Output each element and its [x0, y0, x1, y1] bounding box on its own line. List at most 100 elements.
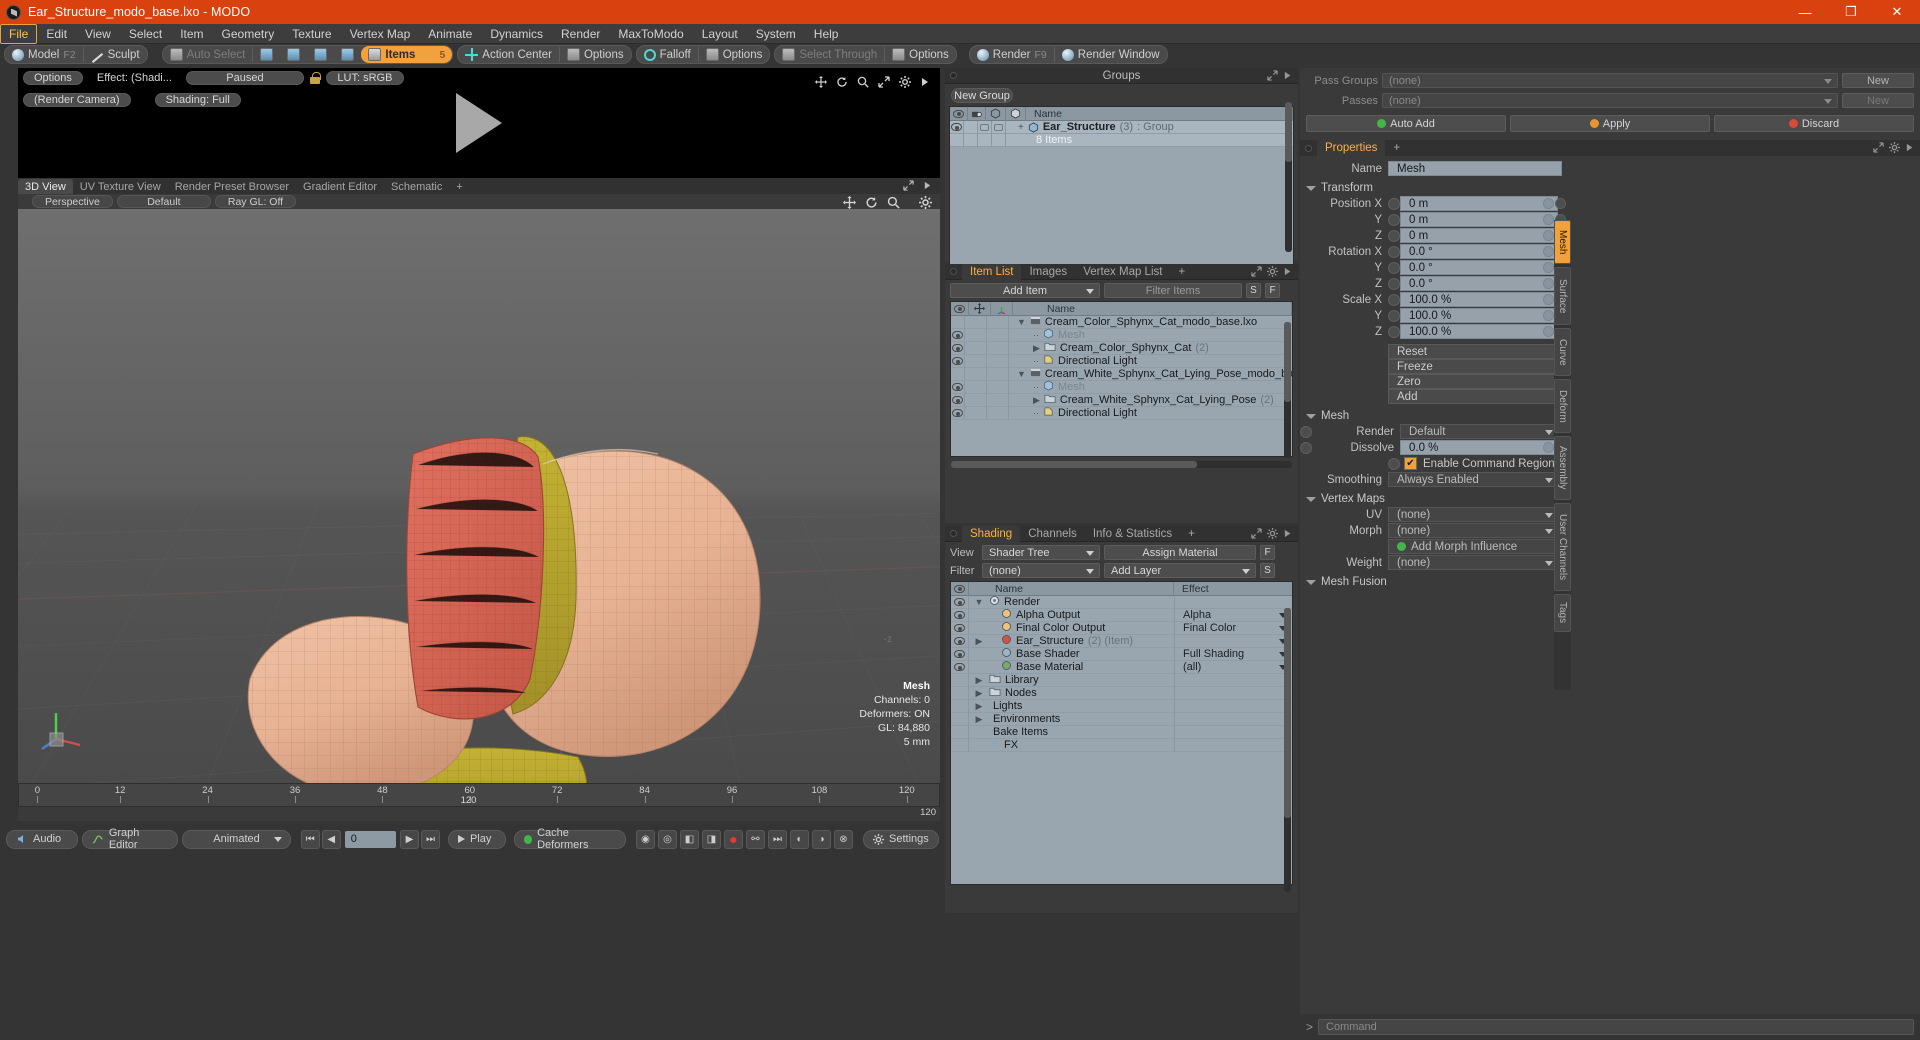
row-axis-cell[interactable] [987, 341, 1009, 355]
transform-field-input[interactable]: 100.0 % [1400, 292, 1566, 307]
ear-structure-model[interactable] [18, 209, 940, 789]
row-name-cell[interactable]: Lights [989, 700, 1174, 712]
col-shade-header[interactable] [986, 106, 1006, 121]
find-button[interactable]: F [1265, 283, 1280, 298]
row-visibility-cell[interactable] [951, 634, 969, 648]
render-window-button[interactable]: Render Window [1055, 46, 1167, 63]
render-camera-button[interactable]: (Render Camera) [23, 93, 131, 107]
row-name-cell[interactable]: Environments [989, 713, 1174, 725]
zoom-icon[interactable] [887, 196, 900, 209]
transform-field-input[interactable]: 0.0 ° [1400, 276, 1566, 291]
viewport-shading-button[interactable]: Default [116, 195, 211, 208]
tab-3d-view[interactable]: 3D View [18, 179, 73, 194]
menu-maxtomodo[interactable]: MaxToModo [609, 24, 692, 44]
row-name-cell[interactable]: ·· Directional Light [1009, 406, 1137, 420]
add-layer-dropdown[interactable]: Add Layer [1104, 563, 1256, 578]
items-select-button[interactable]: Items 5 [361, 46, 453, 63]
row-effect-cell[interactable] [1174, 725, 1292, 739]
transform-field-knob[interactable] [1388, 213, 1400, 226]
slider-knob-icon[interactable] [1543, 246, 1554, 257]
shader-tree-vscroll[interactable] [1284, 608, 1291, 892]
row-effect-cell[interactable]: Full Shading [1174, 647, 1292, 661]
maximize-panel-icon[interactable] [1267, 70, 1278, 81]
row-expand-cell[interactable]: ▼ [969, 597, 989, 607]
name-input[interactable]: Mesh [1388, 161, 1562, 176]
morph-dropdown[interactable]: (none) [1388, 523, 1558, 538]
rotate-icon[interactable] [865, 196, 878, 209]
slider-knob-icon[interactable] [1543, 198, 1554, 209]
freeze-menu-item[interactable]: Freeze [1388, 359, 1558, 374]
row-visibility-cell[interactable] [951, 660, 969, 674]
row-expand-cell[interactable]: ▶ [969, 701, 989, 712]
shading-find-button[interactable]: F [1260, 545, 1275, 560]
minimize-button[interactable]: — [1782, 0, 1828, 24]
render-shading-button[interactable]: Shading: Full [154, 93, 241, 107]
tab-channels[interactable]: Channels [1020, 526, 1085, 542]
sort-button[interactable]: S [1246, 283, 1261, 298]
fit-icon[interactable] [878, 76, 890, 88]
row-lock-cell[interactable] [992, 120, 1006, 134]
row-visibility-cell[interactable] [951, 354, 965, 368]
collapse-icon[interactable]: ▼ [1017, 369, 1026, 379]
render-paused-button[interactable]: Paused [185, 71, 304, 85]
side-tab-assembly[interactable]: Assembly [1554, 436, 1571, 500]
side-tab-curve[interactable]: Curve [1554, 328, 1571, 376]
viewport-3d-canvas[interactable]: Mesh Channels: 0 Deformers: ON GL: 84,88… [18, 209, 940, 789]
row-expand-cell[interactable]: ▶ [969, 636, 989, 647]
menu-item[interactable]: Item [171, 24, 212, 44]
extra-knob-icon[interactable] [1555, 198, 1566, 209]
row-visibility-cell[interactable] [951, 393, 965, 407]
transform-field-input[interactable]: 0 m [1400, 212, 1566, 227]
render-button[interactable]: Render F9 [970, 46, 1054, 63]
menu-select[interactable]: Select [120, 24, 171, 44]
pass-groups-field[interactable]: (none) [1382, 73, 1838, 88]
row-axis-cell[interactable] [987, 316, 1009, 329]
add-item-button[interactable]: Add Item [950, 283, 1100, 298]
slider-knob-icon[interactable] [1543, 294, 1554, 305]
row-name-cell[interactable]: ▶ Cream_Color_Sphynx_Cat (2) [1009, 341, 1209, 355]
row-visibility-cell[interactable] [951, 712, 969, 726]
side-tab-surface[interactable]: Surface [1554, 267, 1571, 325]
row-name-cell[interactable]: Alpha Output [989, 608, 1174, 622]
tab-schematic[interactable]: Schematic [384, 179, 449, 194]
timeline-ruler[interactable]: 0 12 24 36 48 60 72 84 96 108 120 120 [18, 783, 940, 807]
transform-field-knob[interactable] [1388, 293, 1400, 306]
transform-field-knob[interactable] [1388, 261, 1400, 274]
collapse-icon[interactable]: ▼ [1017, 317, 1026, 327]
row-visibility-cell[interactable] [951, 699, 969, 713]
row-move-cell[interactable] [965, 354, 987, 368]
row-visibility-cell[interactable] [951, 647, 969, 661]
row-name-cell[interactable]: + Ear_Structure (3) : Group [1006, 121, 1174, 133]
filter-items-input[interactable]: Filter Items [1104, 283, 1242, 298]
maximize-panel-icon[interactable] [1251, 266, 1262, 277]
row-render-cell[interactable] [964, 120, 978, 134]
menu-system[interactable]: System [747, 24, 805, 44]
menu-help[interactable]: Help [805, 24, 848, 44]
settings-button[interactable]: Settings [863, 829, 939, 849]
render-dropdown[interactable]: Default [1400, 424, 1558, 439]
table-row[interactable]: ·· Directional Light [951, 406, 1292, 420]
mesh-section-header[interactable]: Mesh [1300, 409, 1568, 423]
slider-knob-icon[interactable] [1543, 442, 1554, 453]
discard-button[interactable]: Discard [1714, 115, 1914, 132]
transform-field-input[interactable]: 0 m [1400, 196, 1566, 211]
row-move-cell[interactable] [965, 393, 987, 407]
transform-field-knob[interactable] [1388, 325, 1400, 338]
col-lock-header[interactable] [969, 301, 991, 316]
row-visibility-cell[interactable] [951, 596, 969, 609]
edge-select-button[interactable] [280, 46, 307, 63]
render-lut-button[interactable]: LUT: sRGB [325, 71, 404, 85]
row-shade-cell[interactable] [978, 120, 992, 134]
action-center-options-button[interactable]: Options [560, 46, 631, 63]
table-row[interactable]: ▶ Lights [951, 699, 1292, 713]
expand-icon[interactable]: ·· [1033, 408, 1039, 418]
audio-button[interactable]: Audio [6, 829, 79, 849]
row-name-cell[interactable]: Nodes [989, 686, 1174, 700]
slider-knob-icon[interactable] [1543, 214, 1554, 225]
tab-vertex-map-list[interactable]: Vertex Map List [1075, 264, 1170, 280]
render-knob[interactable] [1300, 425, 1312, 438]
action-center-button[interactable]: Action Center [458, 46, 559, 63]
polygon-select-button[interactable] [307, 46, 334, 63]
lock-icon[interactable] [308, 71, 322, 85]
enable-command-regions-checkbox[interactable]: ✔ [1404, 457, 1417, 470]
